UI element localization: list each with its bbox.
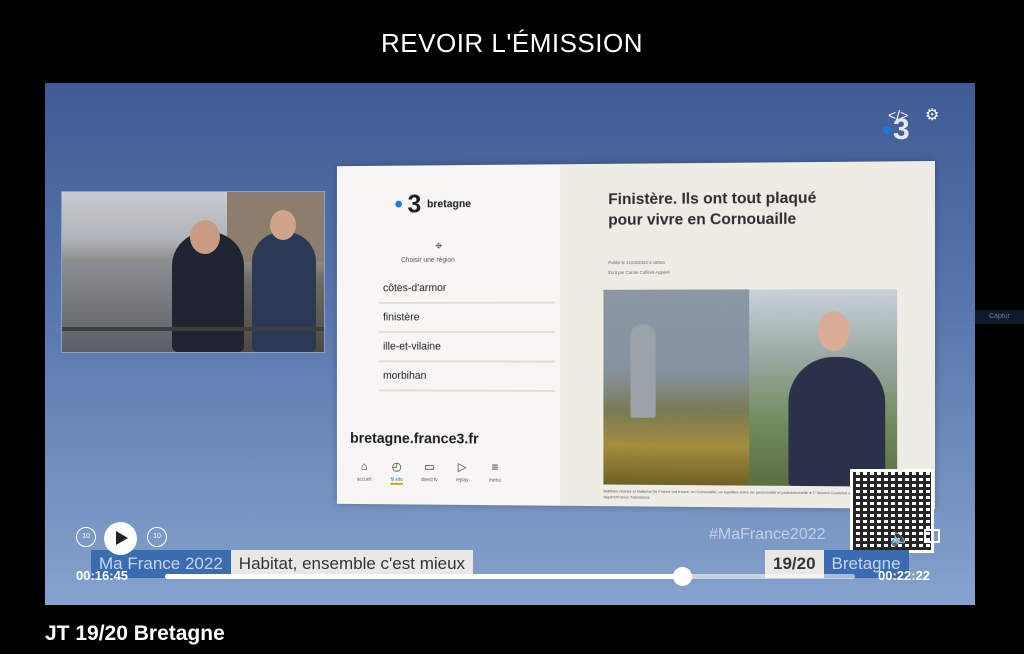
france3-bretagne-logo: 3 bretagne — [395, 188, 471, 219]
settings-gear-icon[interactable]: ⚙ — [925, 105, 939, 125]
region-item: côtes-d'armor — [379, 274, 555, 304]
play-icon: ▷ — [458, 460, 467, 474]
side-tab[interactable]: Captur — [975, 310, 1024, 324]
article-photo-woman — [749, 289, 897, 487]
region-item: ille-et-vilaine — [379, 333, 555, 362]
rewind-10-button[interactable]: 10 — [76, 527, 96, 547]
location-pin-icon: ⌖ — [435, 237, 442, 254]
video-title: JT 19/20 Bretagne — [45, 622, 225, 646]
region-item: morbihan — [379, 362, 555, 392]
play-button[interactable] — [104, 522, 137, 555]
menu-icon: ≡ — [492, 460, 499, 474]
total-time: 00:22:22 — [878, 568, 930, 583]
clock-icon: ◴ — [392, 460, 402, 474]
article-date: Publié le 21/03/2022 à 18h04 — [608, 260, 665, 265]
progress-bar[interactable] — [165, 574, 855, 579]
page-title: REVOIR L'ÉMISSION — [0, 28, 1024, 59]
site-bottom-nav: ⌂ accueil ◴ fil info ▭ direct tv ▷ repla… — [350, 459, 509, 485]
hashtag-watermark: #MaFrance2022 — [709, 526, 826, 544]
nav-item-home: ⌂ accueil — [350, 459, 378, 484]
tv-icon: ▭ — [424, 460, 435, 474]
region-item: finistère — [379, 304, 555, 333]
article-title: Finistère. Ils ont tout plaqué pour vivr… — [608, 188, 823, 231]
embed-code-icon[interactable]: </> — [888, 107, 908, 123]
region-list: côtes-d'armor finistère ille-et-vilaine … — [379, 274, 555, 392]
article-author: Écrit par Carole Collinet-Appéré — [608, 270, 670, 275]
current-time: 00:16:45 — [76, 568, 128, 583]
site-domain: bretagne.france3.fr — [350, 430, 479, 447]
home-icon: ⌂ — [361, 459, 368, 473]
nav-item-direct-tv: ▭ direct tv — [415, 460, 443, 486]
fullscreen-icon[interactable] — [924, 529, 940, 543]
article-photo-man — [603, 289, 749, 485]
progress-fill — [165, 574, 682, 579]
choose-region-label: Choisir une région — [401, 257, 455, 264]
nav-item-fil-info: ◴ fil info — [383, 459, 411, 485]
nav-item-replay: ▷ replay — [448, 460, 477, 486]
website-screenshot: 3 bretagne ⌖ Choisir une région côtes-d'… — [337, 161, 935, 509]
progress-handle[interactable] — [673, 567, 692, 586]
volume-icon[interactable]: 🔈 — [890, 528, 910, 548]
nav-item-menu: ≡ menu — [481, 460, 510, 486]
video-player[interactable]: 3 bretagne ⌖ Choisir une région côtes-d'… — [45, 83, 975, 605]
live-camera-inset — [61, 191, 325, 353]
forward-10-button[interactable]: 10 — [147, 527, 167, 547]
